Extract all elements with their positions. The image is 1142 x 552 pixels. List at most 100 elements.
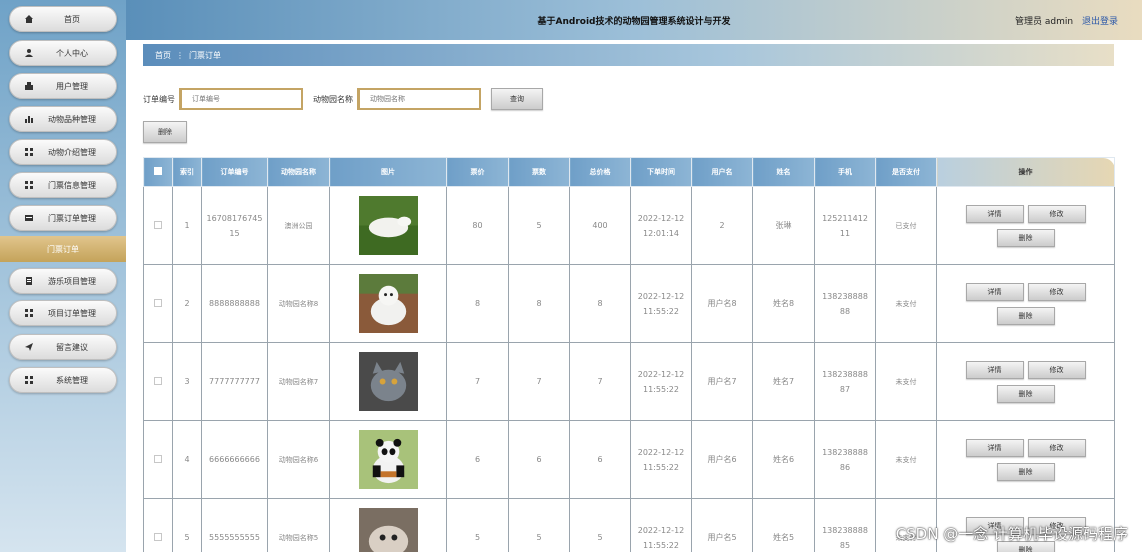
- row-name: 姓名5: [752, 498, 815, 552]
- row-time-clock: 11:55:22: [643, 540, 679, 550]
- app-title: 基于Android技术的动物园管理系统设计与开发: [537, 17, 731, 27]
- breadcrumb-separator: ⋮: [176, 50, 184, 60]
- row-delete-button[interactable]: 删除: [996, 228, 1055, 247]
- row-photo-cell: [329, 186, 447, 265]
- nav-project-orders[interactable]: 项目订单管理: [9, 300, 117, 326]
- nav-feedback[interactable]: 留言建议: [9, 334, 117, 360]
- row-checkbox[interactable]: [154, 532, 162, 541]
- col-name: 姓名: [752, 157, 815, 187]
- nav-species[interactable]: 动物品种管理: [9, 106, 117, 132]
- nav-animal-intro[interactable]: 动物介绍管理: [9, 139, 117, 165]
- row-phone: 13823888886: [814, 420, 876, 499]
- row-select-cell[interactable]: [143, 420, 173, 499]
- edit-button[interactable]: 修改: [1027, 204, 1086, 223]
- select-all-checkbox[interactable]: [154, 167, 162, 175]
- nav-profile-label: 个人中心: [56, 48, 88, 58]
- detail-button[interactable]: 详情: [965, 204, 1024, 223]
- col-total: 总价格: [569, 157, 631, 187]
- row-price: 8: [446, 264, 509, 343]
- row-checkbox[interactable]: [154, 298, 162, 307]
- row-time-date: 2022-12-12: [637, 291, 685, 301]
- row-checkbox[interactable]: [154, 454, 162, 463]
- edit-button[interactable]: 修改: [1027, 282, 1086, 301]
- col-zoo-name: 动物园名称: [267, 157, 330, 187]
- watermark: CSDN @一念 计算机毕设源码程序: [895, 525, 1128, 543]
- row-order-no: 6666666666: [201, 420, 268, 499]
- row-delete-button[interactable]: 删除: [996, 462, 1055, 481]
- nav-home[interactable]: 首页: [9, 6, 117, 32]
- row-total: 5: [569, 498, 631, 552]
- grid-icon: [22, 178, 36, 192]
- row-checkbox[interactable]: [154, 376, 162, 385]
- row-photo-cell: [329, 498, 447, 552]
- col-order-no: 订单编号: [201, 157, 268, 187]
- row-index: 5: [172, 498, 202, 552]
- row-actions: 详情 修改删除: [936, 264, 1115, 343]
- edit-button[interactable]: 修改: [1027, 438, 1086, 457]
- row-select-cell[interactable]: [143, 498, 173, 552]
- logout-link[interactable]: 退出登录: [1082, 17, 1118, 27]
- row-username: 用户名7: [691, 342, 753, 421]
- batch-delete-button[interactable]: 删除: [143, 121, 187, 143]
- row-time-date: 2022-12-12: [637, 213, 685, 223]
- row-total: 8: [569, 264, 631, 343]
- orders-table: 索引 订单编号 动物园名称 图片 票价 票数 总价格 下单时间 用户名 姓名 手…: [143, 157, 1115, 552]
- detail-button[interactable]: 详情: [965, 360, 1024, 379]
- row-zoo-name: 动物园名称7: [267, 342, 330, 421]
- row-select-cell[interactable]: [143, 342, 173, 421]
- header-user-area: 管理员 admin 退出登录: [1015, 14, 1118, 27]
- nav-system[interactable]: 系统管理: [9, 367, 117, 393]
- row-price: 6: [446, 420, 509, 499]
- row-time: 2022-12-12 11:55:22: [630, 264, 692, 343]
- detail-button[interactable]: 详情: [965, 282, 1024, 301]
- row-count: 8: [508, 264, 570, 343]
- row-total: 400: [569, 186, 631, 265]
- row-photo-cell: [329, 342, 447, 421]
- edit-button[interactable]: 修改: [1027, 360, 1086, 379]
- row-delete-button[interactable]: 删除: [996, 384, 1055, 403]
- zoo-name-label: 动物园名称: [313, 94, 353, 104]
- table-row: 4 6666666666 动物园名称6 6 6 6 2022-12-12 11:55:22 用户…: [143, 420, 1115, 499]
- row-total: 7: [569, 342, 631, 421]
- row-delete-button[interactable]: 删除: [996, 306, 1055, 325]
- nav-ticket-info[interactable]: 门票信息管理: [9, 172, 117, 198]
- row-paid-status: 已支付: [875, 186, 937, 265]
- row-paid-status: 未支付: [875, 264, 937, 343]
- nav-rides-label: 游乐项目管理: [48, 276, 96, 286]
- nav-profile[interactable]: 个人中心: [9, 40, 117, 66]
- col-time: 下单时间: [630, 157, 692, 187]
- nav-rides[interactable]: 游乐项目管理: [9, 268, 117, 294]
- zoo-name-input[interactable]: [357, 88, 481, 110]
- row-order-no: 8888888888: [201, 264, 268, 343]
- row-zoo-name: 动物园名称5: [267, 498, 330, 552]
- nav-system-label: 系统管理: [56, 375, 88, 385]
- nav-users-label: 用户管理: [56, 81, 88, 91]
- row-paid-status: 未支付: [875, 420, 937, 499]
- row-checkbox[interactable]: [154, 220, 162, 229]
- row-select-cell[interactable]: [143, 264, 173, 343]
- row-phone: 13823888888: [814, 264, 876, 343]
- col-photo: 图片: [329, 157, 447, 187]
- white-fox-photo: [358, 274, 418, 333]
- sidebar: 首页 个人中心 用户管理 动物品种管理 动物介绍管理 门票信息管理 门票订单管理…: [0, 0, 126, 552]
- row-phone: 13823888887: [814, 342, 876, 421]
- row-actions: 详情 修改删除: [936, 186, 1115, 265]
- row-name: 姓名6: [752, 420, 815, 499]
- nav-sub-ticket-order-active[interactable]: 门票订单: [0, 236, 126, 262]
- grey-cat-photo: [358, 352, 418, 411]
- select-all-header[interactable]: [143, 157, 173, 187]
- table-header-row: 索引 订单编号 动物园名称 图片 票价 票数 总价格 下单时间 用户名 姓名 手…: [143, 157, 1115, 187]
- row-zoo-name: 动物园名称6: [267, 420, 330, 499]
- row-zoo-name: 动物园名称8: [267, 264, 330, 343]
- nav-users[interactable]: 用户管理: [9, 73, 117, 99]
- row-time: 2022-12-12 12:01:14: [630, 186, 692, 265]
- row-select-cell[interactable]: [143, 186, 173, 265]
- grid-icon: [22, 145, 36, 159]
- table-row: 1 1670817674515 澳洲公园 80 5 400 2022-12-12 12:01:…: [143, 186, 1115, 265]
- nav-ticket-order[interactable]: 门票订单管理: [9, 205, 117, 231]
- breadcrumb-home[interactable]: 首页: [155, 50, 171, 61]
- detail-button[interactable]: 详情: [965, 438, 1024, 457]
- search-bar: 订单编号 动物园名称 查询: [143, 88, 543, 110]
- order-no-input[interactable]: [179, 88, 303, 110]
- query-button[interactable]: 查询: [491, 88, 543, 110]
